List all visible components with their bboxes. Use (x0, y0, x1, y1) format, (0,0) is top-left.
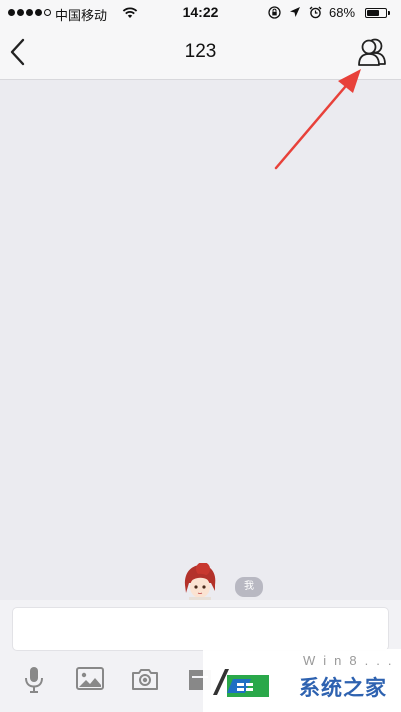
watermark-site: Win8... (303, 653, 400, 668)
camera-icon[interactable] (130, 664, 160, 694)
message-input[interactable] (12, 607, 389, 651)
status-bar: 中国移动 14:22 68% (0, 0, 401, 26)
watermark: Win8... 系统之家 (203, 649, 401, 712)
microphone-icon[interactable] (19, 664, 49, 694)
battery-percentage: 68% (329, 5, 356, 20)
rotation-lock-icon (268, 6, 281, 19)
chat-message-area[interactable]: 我 (0, 80, 401, 601)
image-icon[interactable] (75, 664, 105, 694)
battery-icon (365, 8, 387, 18)
user-avatar[interactable] (181, 563, 219, 601)
alarm-icon (309, 6, 322, 19)
nav-bar: 123 (0, 26, 401, 80)
location-icon (290, 7, 300, 17)
message-bubble[interactable]: 我 (235, 577, 263, 597)
chat-title: 123 (184, 41, 217, 62)
watermark-logo (213, 669, 269, 697)
group-members-button[interactable] (356, 35, 390, 69)
battery-tip (388, 11, 390, 15)
watermark-brand: 系统之家 (299, 676, 387, 700)
